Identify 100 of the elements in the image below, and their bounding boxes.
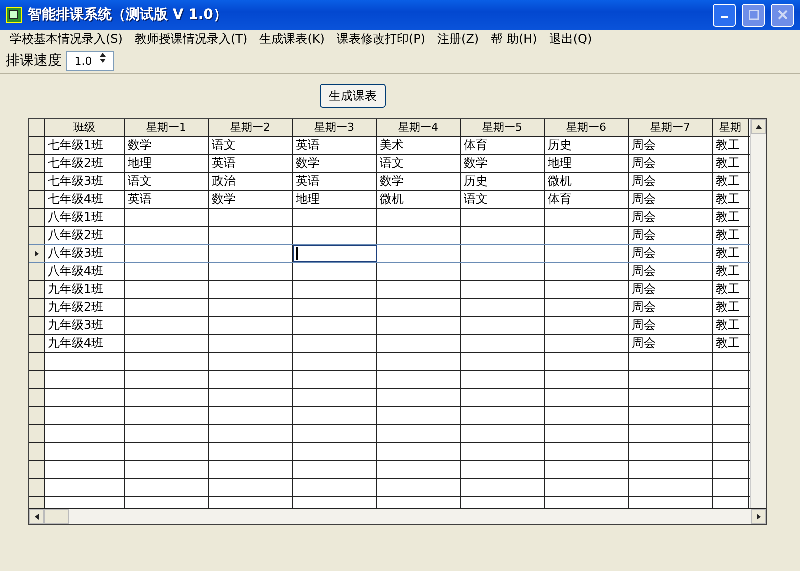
table-cell[interactable]: 周会 [629,317,713,334]
table-cell[interactable]: 数学 [125,137,209,154]
row-header[interactable] [29,461,45,478]
table-row[interactable]: 九年级3班 周会 教工 [29,317,750,335]
table-cell[interactable] [293,245,377,262]
column-header[interactable]: 星期一3 [293,119,377,136]
table-cell[interactable]: 地理 [125,155,209,172]
table-row[interactable]: 七年级1班 数学 语文 英语 美术 体育 历史 周会 教工 [29,137,750,155]
table-cell[interactable]: 教工 [713,335,749,352]
row-header[interactable] [29,479,45,496]
row-header[interactable] [29,299,45,316]
table-cell[interactable]: 历史 [545,137,629,154]
table-cell[interactable]: 周会 [629,245,713,262]
horizontal-scrollbar[interactable] [29,508,766,524]
column-header[interactable]: 星期一6 [545,119,629,136]
menu-item[interactable]: 学校基本情况录入(S) [4,31,129,48]
column-header[interactable]: 星期一5 [461,119,545,136]
table-cell[interactable]: 地理 [293,191,377,208]
column-header[interactable]: 星期 [713,119,749,136]
table-cell[interactable]: 语文 [461,191,545,208]
speed-spinner[interactable]: 1.0 [66,51,114,71]
row-header[interactable] [29,425,45,442]
table-cell[interactable]: 八年级4班 [45,263,125,280]
table-cell[interactable]: 数学 [377,173,461,190]
table-cell[interactable]: 教工 [713,191,749,208]
table-cell[interactable]: 八年级1班 [45,209,125,226]
table-cell[interactable]: 周会 [629,191,713,208]
table-row[interactable]: 八年级1班 周会 教工 [29,209,750,227]
row-header[interactable] [29,335,45,352]
table-cell[interactable]: 语文 [125,173,209,190]
table-cell[interactable]: 七年级3班 [45,173,125,190]
column-header[interactable]: 星期一4 [377,119,461,136]
table-row[interactable]: 九年级1班 周会 教工 [29,281,750,299]
table-cell[interactable]: 周会 [629,281,713,298]
table-cell[interactable]: 英语 [209,155,293,172]
table-cell[interactable]: 教工 [713,155,749,172]
table-cell[interactable]: 教工 [713,317,749,334]
table-cell[interactable]: 教工 [713,137,749,154]
table-cell[interactable]: 九年级1班 [45,281,125,298]
table-cell[interactable]: 数学 [209,191,293,208]
close-button[interactable] [771,4,794,26]
table-row[interactable]: 八年级2班 周会 教工 [29,227,750,245]
table-cell[interactable]: 七年级1班 [45,137,125,154]
column-header[interactable]: 班级 [45,119,125,136]
table-cell[interactable]: 八年级2班 [45,227,125,244]
table-cell[interactable]: 周会 [629,263,713,280]
table-cell[interactable]: 教工 [713,299,749,316]
table-cell[interactable]: 美术 [377,137,461,154]
row-header[interactable] [29,407,45,424]
table-row[interactable]: 九年级4班 周会 教工 [29,335,750,353]
row-header[interactable] [29,227,45,244]
table-cell[interactable]: 周会 [629,227,713,244]
table-cell[interactable]: 语文 [209,137,293,154]
table-cell[interactable]: 教工 [713,281,749,298]
table-cell[interactable]: 九年级2班 [45,299,125,316]
table-cell[interactable]: 七年级4班 [45,191,125,208]
minimize-button[interactable] [713,4,736,26]
row-header[interactable] [29,173,45,190]
table-cell[interactable]: 周会 [629,155,713,172]
table-cell[interactable]: 微机 [377,191,461,208]
row-header[interactable] [29,155,45,172]
row-header[interactable] [29,317,45,334]
table-cell[interactable]: 八年级3班 [45,245,125,262]
table-cell[interactable]: 周会 [629,137,713,154]
row-header[interactable] [29,353,45,370]
table-cell[interactable]: 数学 [461,155,545,172]
table-cell[interactable]: 英语 [293,173,377,190]
column-header[interactable]: 星期一1 [125,119,209,136]
table-cell[interactable]: 教工 [713,227,749,244]
column-header[interactable]: 星期一2 [209,119,293,136]
scroll-thumb[interactable] [44,509,69,524]
row-header[interactable] [29,263,45,280]
menu-item[interactable]: 退出(Q) [543,31,598,48]
table-cell[interactable]: 英语 [125,191,209,208]
table-cell[interactable]: 周会 [629,173,713,190]
table-cell[interactable]: 政治 [209,173,293,190]
row-header[interactable] [29,281,45,298]
row-header[interactable] [29,137,45,154]
menu-item[interactable]: 注册(Z) [432,31,486,48]
table-row[interactable]: 八年级3班 周会 教工 [29,244,750,263]
menu-item[interactable]: 生成课表(K) [254,31,331,48]
menu-item[interactable]: 帮 助(H) [485,31,544,48]
row-header[interactable] [29,443,45,460]
row-header[interactable] [29,191,45,208]
table-cell[interactable]: 数学 [293,155,377,172]
table-cell[interactable]: 教工 [713,263,749,280]
table-cell[interactable]: 周会 [629,299,713,316]
table-cell[interactable]: 微机 [545,173,629,190]
table-cell[interactable]: 教工 [713,209,749,226]
table-cell[interactable]: 语文 [377,155,461,172]
table-cell[interactable]: 七年级2班 [45,155,125,172]
table-cell[interactable]: 英语 [293,137,377,154]
table-row[interactable]: 八年级4班 周会 教工 [29,263,750,281]
table-cell[interactable]: 周会 [629,209,713,226]
menu-item[interactable]: 课表修改打印(P) [330,31,432,48]
generate-button[interactable]: 生成课表 [320,84,386,108]
row-header[interactable] [29,209,45,226]
table-cell[interactable]: 历史 [461,173,545,190]
menu-item[interactable]: 教师授课情况录入(T) [128,31,254,48]
table-cell[interactable]: 体育 [461,137,545,154]
